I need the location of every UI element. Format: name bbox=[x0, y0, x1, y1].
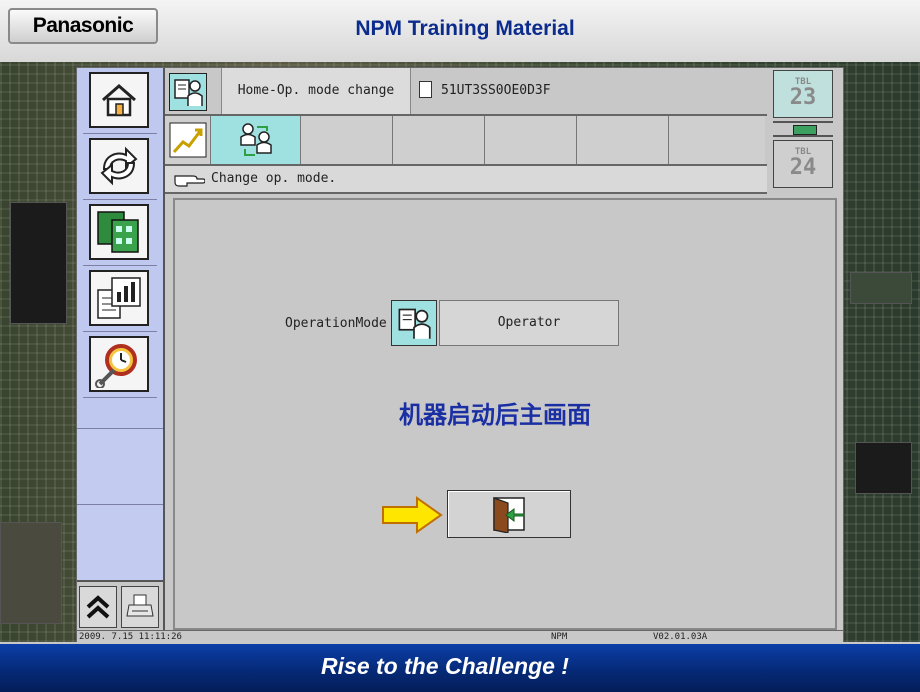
tab-operator-mode[interactable] bbox=[211, 116, 301, 164]
tab-empty-1 bbox=[301, 116, 393, 164]
yellow-arrow-icon bbox=[382, 496, 443, 534]
double-chevron-up-icon bbox=[86, 595, 110, 619]
sidebar-empty-slot bbox=[77, 504, 163, 581]
changeover-icon bbox=[89, 138, 149, 194]
exit-button[interactable] bbox=[447, 490, 571, 538]
print-button[interactable] bbox=[121, 586, 159, 628]
machine-screen: Home-Op. mode change 51UT3SS0OE0D3F Chan… bbox=[76, 67, 844, 643]
pcb-data-icon bbox=[89, 204, 149, 260]
maintenance-alarm-icon bbox=[89, 336, 149, 392]
slide-header: Panasonic NPM Training Material bbox=[0, 0, 920, 65]
tab-empty-4 bbox=[577, 116, 669, 164]
sidebar-pcb-data-button[interactable] bbox=[83, 200, 157, 266]
brand-logo: Panasonic bbox=[8, 8, 158, 44]
operator-mode-icon bbox=[169, 73, 207, 111]
table-24-button[interactable]: TBL 24 bbox=[773, 140, 833, 188]
sidebar-bottom-bar bbox=[77, 580, 163, 632]
board-chip bbox=[850, 272, 912, 304]
printer-icon bbox=[126, 594, 154, 617]
message-bar: Change op. mode. bbox=[165, 166, 767, 194]
tab-empty-3 bbox=[485, 116, 577, 164]
screen-title: Home-Op. mode change bbox=[221, 68, 411, 114]
exit-door-icon bbox=[493, 497, 525, 533]
main-screen-heading: 机器启动后主画面 bbox=[399, 401, 591, 429]
sidebar bbox=[77, 68, 165, 632]
board-chip bbox=[855, 442, 912, 494]
file-icon bbox=[419, 81, 432, 98]
board-chip bbox=[0, 522, 62, 624]
main-panel: OperationMode Operator 机器启动后主画面 bbox=[173, 198, 837, 630]
sidebar-home-button[interactable] bbox=[83, 68, 157, 134]
slide-footer: Rise to the Challenge ! bbox=[0, 642, 920, 692]
operation-mode-label: OperationMode bbox=[285, 316, 387, 331]
table-23-button[interactable]: TBL 23 bbox=[773, 70, 833, 118]
message-text: Change op. mode. bbox=[211, 171, 337, 186]
scroll-up-button[interactable] bbox=[79, 586, 117, 628]
sidebar-report-button[interactable] bbox=[83, 266, 157, 332]
operation-mode-value[interactable]: Operator bbox=[439, 300, 619, 346]
sidebar-maintenance-button[interactable] bbox=[83, 332, 157, 398]
trend-arrow-icon bbox=[169, 122, 206, 158]
operator-icon bbox=[398, 308, 431, 339]
pointing-hand-icon bbox=[174, 175, 205, 187]
table-link-indicator bbox=[773, 121, 833, 137]
slide-tagline: Rise to the Challenge ! bbox=[321, 653, 569, 679]
tab-production-status[interactable] bbox=[165, 116, 211, 164]
mode-change-icon bbox=[239, 123, 272, 156]
board-chip bbox=[10, 202, 67, 324]
sidebar-changeover-button[interactable] bbox=[83, 134, 157, 200]
function-tabs bbox=[165, 116, 767, 166]
tab-empty-5 bbox=[669, 116, 765, 164]
slide-title: NPM Training Material bbox=[355, 17, 575, 40]
table-number: 23 bbox=[789, 85, 817, 110]
table-number: 24 bbox=[789, 155, 817, 180]
screen-header: Home-Op. mode change 51UT3SS0OE0D3F bbox=[165, 68, 767, 116]
production-file-name: 51UT3SS0OE0D3F bbox=[413, 68, 763, 114]
home-icon bbox=[89, 72, 149, 128]
tab-empty-2 bbox=[393, 116, 485, 164]
file-name-text: 51UT3SS0OE0D3F bbox=[441, 83, 551, 98]
operation-mode-button[interactable] bbox=[391, 300, 437, 346]
report-icon bbox=[89, 270, 149, 326]
sidebar-empty-slot bbox=[77, 428, 163, 505]
